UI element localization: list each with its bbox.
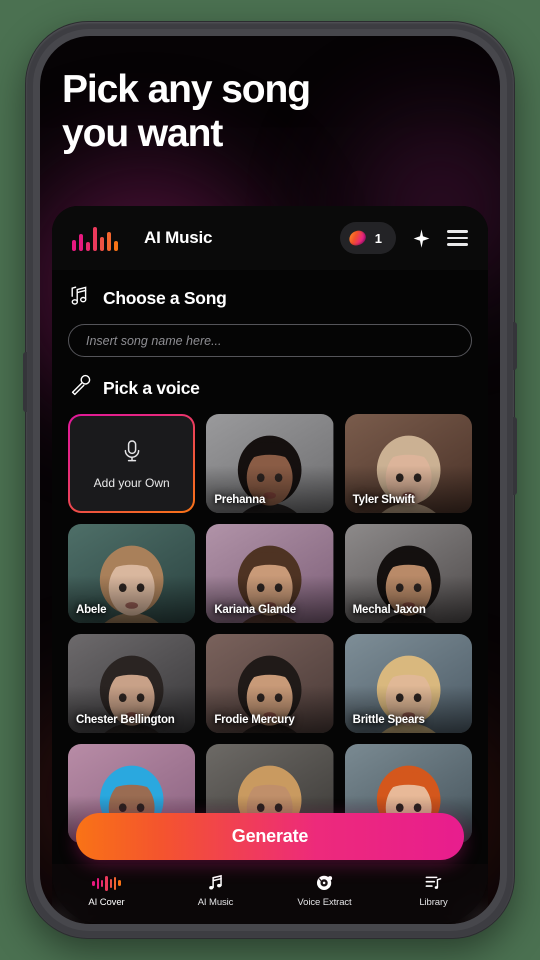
waveform-logo-icon	[72, 225, 118, 251]
voice-card-label: Kariana Glande	[214, 604, 296, 617]
pick-voice-label: Pick a voice	[103, 378, 200, 398]
voice-card-label: Mechal Jaxon	[352, 604, 426, 617]
phone-device: Pick any song you want AI Music 1 Choose…	[23, 22, 517, 938]
search-input[interactable]	[68, 324, 472, 357]
hamburger-menu-icon[interactable]	[447, 230, 468, 246]
page-headline: Pick any song you want	[62, 68, 311, 155]
voice-card-label: Prehanna	[214, 494, 266, 507]
microphone-icon	[68, 373, 94, 404]
voice-card[interactable]: Frodie Mercury	[206, 634, 334, 733]
credits-count: 1	[374, 230, 382, 246]
nav-item-label: Voice Extract	[297, 896, 352, 908]
nav-item-library[interactable]: Library	[379, 873, 488, 908]
app-header: AI Music 1	[52, 206, 488, 270]
voice-card[interactable]: Chester Bellington	[68, 634, 196, 733]
library-list-icon	[425, 876, 442, 889]
voice-card-label: Frodie Mercury	[214, 714, 295, 727]
header-actions: 1	[339, 222, 468, 254]
app-card: AI Music 1 Choose a Song Insert song nam…	[52, 206, 488, 924]
nav-item-voice-extract[interactable]: Voice Extract	[270, 873, 379, 908]
voice-card[interactable]: Kariana Glande	[206, 524, 334, 623]
silent-switch-button[interactable]	[513, 322, 517, 370]
voice-card-label: Chester Bellington	[76, 714, 175, 727]
screenshot-stage: Pick any song you want AI Music 1 Choose…	[0, 0, 540, 960]
nav-item-ai-cover[interactable]: AI Cover	[52, 873, 161, 908]
voice-card[interactable]: Prehanna	[206, 414, 334, 513]
choose-song-label: Choose a Song	[103, 288, 227, 308]
gem-icon	[346, 228, 368, 248]
voice-card-label: Abele	[76, 604, 107, 617]
music-note-icon	[209, 874, 222, 889]
choose-song-header: Choose a Song	[68, 283, 472, 314]
microphone-icon	[120, 438, 144, 469]
pick-voice-header: Pick a voice	[68, 373, 472, 404]
nav-item-label: AI Music	[197, 896, 234, 908]
phone-screen: Pick any song you want AI Music 1 Choose…	[40, 36, 500, 924]
voice-card[interactable]: Tyler Shwift	[344, 414, 472, 513]
app-title: AI Music	[144, 228, 213, 247]
power-button[interactable]	[513, 417, 517, 495]
nav-item-label: AI Cover	[88, 896, 125, 908]
voice-card[interactable]: Mechal Jaxon	[344, 524, 472, 623]
nav-item-ai-music[interactable]: AI Music	[161, 873, 270, 908]
voice-grid: Add your Own Prehanna Tyler Shwift Abele Ka…	[68, 414, 472, 843]
music-notes-icon	[68, 283, 94, 314]
add-your-own-card[interactable]: Add your Own	[68, 414, 196, 513]
voice-card-label: Brittle Spears	[352, 714, 425, 727]
generate-button[interactable]: Generate	[76, 813, 464, 860]
voice-card[interactable]: Abele	[68, 524, 196, 623]
app-body: Choose a Song Insert song name here... P…	[52, 270, 488, 843]
bottom-navigation: AI Cover AI Music Voice Extract Library	[52, 864, 488, 924]
sparkle-icon[interactable]	[411, 228, 432, 249]
waveform-icon	[92, 875, 121, 892]
vinyl-disc-icon	[316, 875, 333, 890]
voice-card-label: Tyler Shwift	[352, 494, 415, 507]
nav-item-label: Library	[419, 896, 448, 908]
credits-pill[interactable]: 1	[339, 222, 396, 254]
volume-button[interactable]	[23, 352, 27, 412]
add-your-own-label: Add your Own	[93, 475, 170, 490]
voice-card[interactable]: Brittle Spears	[344, 634, 472, 733]
